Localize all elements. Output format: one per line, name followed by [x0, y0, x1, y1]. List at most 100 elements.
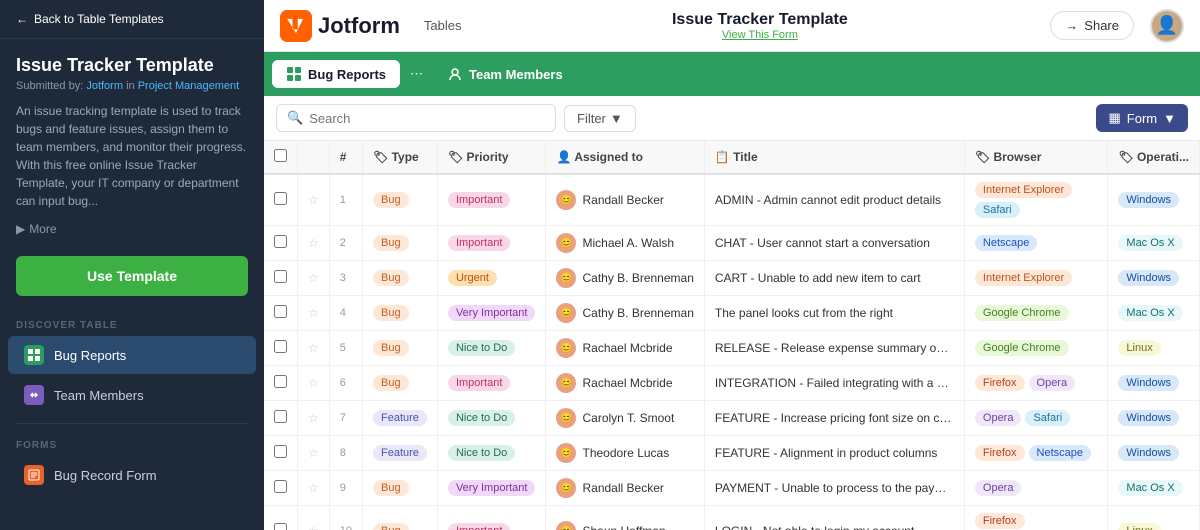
- row-checkbox-cell[interactable]: [264, 506, 298, 530]
- tab-dots-button[interactable]: ⋯: [404, 62, 429, 86]
- row-number: 4: [329, 296, 362, 331]
- row-checkbox-cell[interactable]: [264, 436, 298, 471]
- row-checkbox[interactable]: [274, 270, 287, 283]
- col-type[interactable]: 🏷 Type: [363, 141, 438, 174]
- row-checkbox[interactable]: [274, 523, 287, 530]
- star-icon[interactable]: ☆: [308, 446, 319, 460]
- col-checkbox[interactable]: [264, 141, 298, 174]
- sidebar-item-bug-reports[interactable]: Bug Reports: [8, 336, 256, 374]
- tables-link[interactable]: Tables: [416, 14, 470, 37]
- priority-badge: Important: [448, 523, 510, 530]
- row-checkbox[interactable]: [274, 305, 287, 318]
- row-priority: Important: [437, 506, 546, 530]
- browser-badge: Opera: [975, 410, 1022, 426]
- star-icon[interactable]: ☆: [308, 193, 319, 207]
- back-button[interactable]: ← Back to Table Templates: [0, 0, 264, 39]
- row-checkbox-cell[interactable]: [264, 226, 298, 261]
- row-checkbox[interactable]: [274, 192, 287, 205]
- form-button[interactable]: ▦ Form ▼: [1096, 104, 1188, 132]
- row-checkbox[interactable]: [274, 445, 287, 458]
- browser-badge: Netscape: [975, 235, 1037, 251]
- row-title: CART - Unable to add new item to cart: [704, 261, 964, 296]
- table-row: ☆ 6 Bug Important 😊Rachael Mcbride INTEG…: [264, 366, 1200, 401]
- row-checkbox[interactable]: [274, 235, 287, 248]
- col-os[interactable]: 🏷 Operati...: [1108, 141, 1200, 174]
- back-arrow-icon: ←: [16, 12, 28, 26]
- filter-icon: ▼: [610, 111, 623, 126]
- sidebar-item-bug-record-form[interactable]: Bug Record Form: [8, 456, 256, 494]
- view-form-link[interactable]: View This Form: [485, 29, 1034, 41]
- priority-badge: Important: [448, 235, 510, 251]
- row-star-cell[interactable]: ☆: [298, 226, 330, 261]
- author-link[interactable]: Jotform: [86, 80, 123, 92]
- search-input[interactable]: [309, 111, 545, 126]
- row-type: Bug: [363, 261, 438, 296]
- row-title: LOGIN - Not able to login my account: [704, 506, 964, 530]
- row-checkbox[interactable]: [274, 375, 287, 388]
- col-title[interactable]: 📋 Title: [704, 141, 964, 174]
- row-type: Bug: [363, 331, 438, 366]
- row-number: 1: [329, 174, 362, 226]
- col-assigned[interactable]: 👤 Assigned to: [546, 141, 704, 174]
- star-icon[interactable]: ☆: [308, 524, 319, 530]
- tab-bug-reports[interactable]: Bug Reports: [272, 60, 400, 88]
- star-icon[interactable]: ☆: [308, 271, 319, 285]
- row-checkbox[interactable]: [274, 480, 287, 493]
- category-link[interactable]: Project Management: [138, 80, 240, 92]
- star-icon[interactable]: ☆: [308, 411, 319, 425]
- user-avatar[interactable]: 👤: [1150, 9, 1184, 43]
- row-star-cell[interactable]: ☆: [298, 331, 330, 366]
- more-button[interactable]: ▶ More: [0, 218, 264, 248]
- row-star-cell[interactable]: ☆: [298, 261, 330, 296]
- row-checkbox-cell[interactable]: [264, 401, 298, 436]
- row-checkbox-cell[interactable]: [264, 331, 298, 366]
- row-star-cell[interactable]: ☆: [298, 366, 330, 401]
- row-browser: Internet Explorer Safari: [964, 174, 1108, 226]
- type-badge: Feature: [373, 410, 427, 426]
- row-assigned: 😊Michael A. Walsh: [546, 226, 704, 261]
- table-row: ☆ 7 Feature Nice to Do 😊Carolyn T. Smoot…: [264, 401, 1200, 436]
- star-icon[interactable]: ☆: [308, 481, 319, 495]
- discover-section-label: DISCOVER TABLE: [0, 312, 264, 335]
- forms-section-label: FORMS: [0, 432, 264, 455]
- star-icon[interactable]: ☆: [308, 236, 319, 250]
- row-star-cell[interactable]: ☆: [298, 471, 330, 506]
- type-badge: Bug: [373, 305, 409, 321]
- sidebar-submitted: Submitted by: Jotform in Project Managem…: [0, 80, 264, 102]
- tab-team-members[interactable]: Team Members: [433, 60, 577, 88]
- row-star-cell[interactable]: ☆: [298, 506, 330, 530]
- row-checkbox[interactable]: [274, 410, 287, 423]
- sidebar-item-team-members[interactable]: Team Members: [8, 376, 256, 414]
- star-icon[interactable]: ☆: [308, 306, 319, 320]
- row-browser: Internet Explorer: [964, 261, 1108, 296]
- star-icon[interactable]: ☆: [308, 376, 319, 390]
- row-checkbox-cell[interactable]: [264, 366, 298, 401]
- col-browser[interactable]: 🏷 Browser: [964, 141, 1108, 174]
- row-star-cell[interactable]: ☆: [298, 174, 330, 226]
- row-star-cell[interactable]: ☆: [298, 436, 330, 471]
- row-checkbox-cell[interactable]: [264, 471, 298, 506]
- filter-button[interactable]: Filter ▼: [564, 105, 636, 132]
- star-icon[interactable]: ☆: [308, 341, 319, 355]
- share-button[interactable]: → Share: [1050, 11, 1134, 40]
- row-number: 6: [329, 366, 362, 401]
- select-all-checkbox[interactable]: [274, 149, 287, 162]
- row-os: Windows: [1108, 261, 1200, 296]
- row-star-cell[interactable]: ☆: [298, 401, 330, 436]
- row-checkbox[interactable]: [274, 340, 287, 353]
- sidebar-team-members-label: Team Members: [54, 388, 144, 403]
- row-assigned: 😊Cathy B. Brenneman: [546, 296, 704, 331]
- priority-badge: Important: [448, 375, 510, 391]
- row-browser: Google Chrome: [964, 331, 1108, 366]
- row-checkbox-cell[interactable]: [264, 261, 298, 296]
- search-box[interactable]: 🔍: [276, 104, 556, 132]
- use-template-button[interactable]: Use Template: [16, 256, 248, 296]
- col-priority[interactable]: 🏷 Priority: [437, 141, 546, 174]
- row-priority: Urgent: [437, 261, 546, 296]
- row-checkbox-cell[interactable]: [264, 174, 298, 226]
- priority-badge: Very Important: [448, 480, 536, 496]
- row-type: Bug: [363, 366, 438, 401]
- type-badge: Bug: [373, 523, 409, 530]
- row-checkbox-cell[interactable]: [264, 296, 298, 331]
- row-star-cell[interactable]: ☆: [298, 296, 330, 331]
